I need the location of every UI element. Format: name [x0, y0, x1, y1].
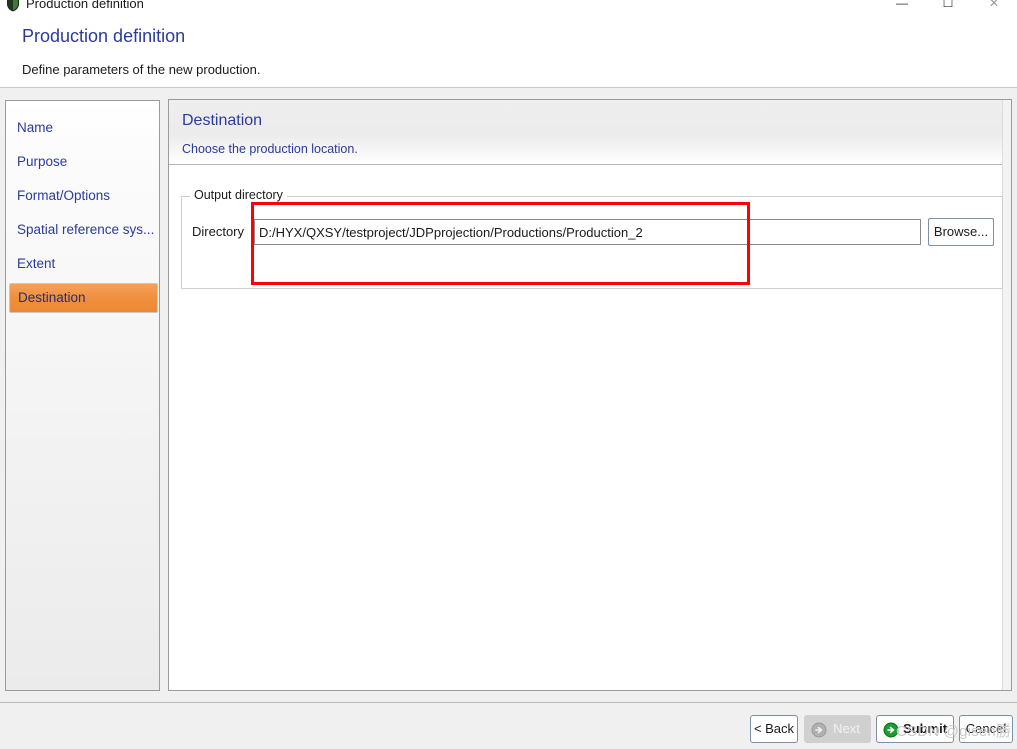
directory-row: Directory Browse...	[182, 218, 1002, 246]
arrow-right-circle-icon	[811, 721, 827, 738]
title-bar: Production definition — ☐ ✕	[0, 0, 1017, 15]
panel-header: Destination Choose the production locati…	[169, 100, 1011, 165]
next-button[interactable]: Next	[804, 715, 871, 743]
directory-label: Directory	[192, 224, 245, 239]
output-directory-group: Output directory Directory Browse...	[181, 188, 1003, 289]
output-directory-legend: Output directory	[190, 188, 287, 202]
maximize-button[interactable]: ☐	[925, 0, 971, 14]
panel-title: Destination	[182, 112, 263, 129]
sidebar-item-spatial-reference[interactable]: Spatial reference sys...	[9, 215, 158, 245]
shield-icon	[5, 0, 21, 12]
minimize-button[interactable]: —	[879, 0, 925, 14]
back-button[interactable]: < Back	[750, 715, 798, 743]
page-title: Production definition	[22, 26, 186, 46]
panel-subtitle: Choose the production location.	[182, 142, 358, 156]
sidebar-item-name[interactable]: Name	[9, 113, 158, 143]
next-button-label: Next	[833, 721, 860, 736]
page-subtitle: Define parameters of the new production.	[22, 62, 261, 77]
sidebar-item-purpose[interactable]: Purpose	[9, 147, 158, 177]
body-area: Name Purpose Format/Options Spatial refe…	[0, 89, 1017, 702]
sidebar-item-format-options[interactable]: Format/Options	[9, 181, 158, 211]
sidebar-item-extent[interactable]: Extent	[9, 249, 158, 279]
cancel-button[interactable]: Cancel	[959, 715, 1013, 743]
browse-button[interactable]: Browse...	[928, 218, 994, 246]
window-title: Production definition	[26, 0, 144, 11]
directory-input[interactable]	[254, 219, 921, 245]
wizard-header: Production definition Define parameters …	[0, 15, 1017, 88]
destination-panel: Destination Choose the production locati…	[168, 99, 1012, 691]
submit-button-label: Submit	[902, 721, 948, 736]
wizard-step-list: Name Purpose Format/Options Spatial refe…	[5, 100, 160, 691]
arrow-right-circle-green-icon	[883, 721, 899, 738]
submit-button[interactable]: Submit	[876, 715, 954, 743]
panel-scrollbar[interactable]	[1002, 100, 1011, 690]
sidebar-item-destination[interactable]: Destination	[9, 283, 158, 313]
close-icon[interactable]: ✕	[971, 0, 1017, 14]
wizard-footer: < Back Next Submit Cancel	[0, 702, 1017, 749]
